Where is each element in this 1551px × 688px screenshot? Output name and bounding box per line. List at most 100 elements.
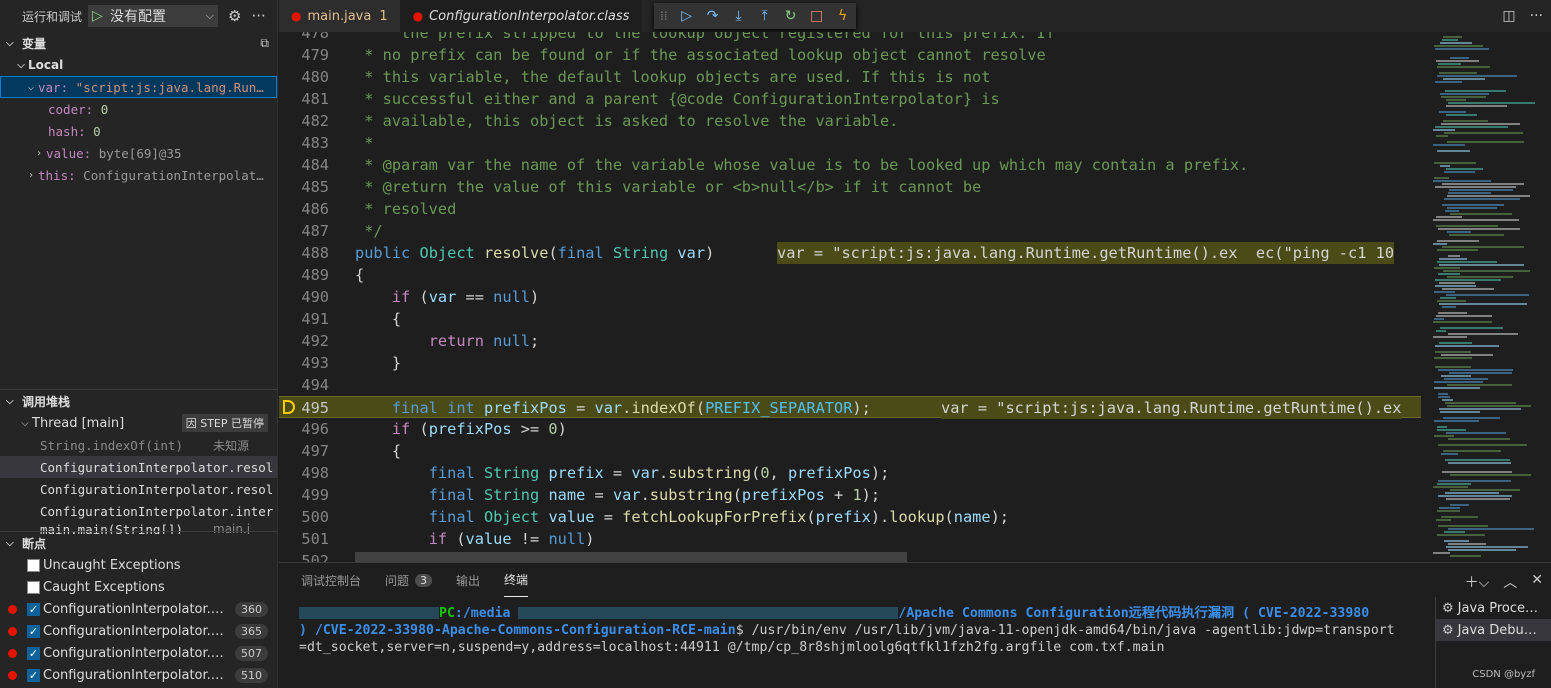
bottom-panel: 调试控制台 问题 3 输出 终端 ＋⌵ ︿ ✕ PC:/media /Apache…	[279, 562, 1551, 688]
variables-section-header[interactable]: ⌵ 变量 ⧉	[0, 32, 277, 54]
breakpoint-label: Caught Exceptions	[43, 579, 165, 595]
gear-icon[interactable]: ⚙	[228, 7, 241, 25]
code-text: {	[355, 266, 365, 284]
tab-problems[interactable]: 问题 3	[385, 563, 433, 597]
tab-debug-console[interactable]: 调试控制台	[301, 563, 361, 597]
callstack-section-header[interactable]: ⌵ 调用堆栈	[0, 390, 277, 412]
checkbox[interactable]	[27, 558, 40, 572]
watermark: CSDN @byzf	[1472, 669, 1535, 680]
minimap-line	[1438, 495, 1512, 497]
tab-terminal[interactable]: 终端	[504, 563, 529, 597]
stack-frame[interactable]: String.indexOf(int) 未知源	[0, 434, 277, 456]
checkbox-checked[interactable]: ✓	[27, 624, 40, 638]
line-number: 491	[301, 310, 329, 328]
horizontal-scrollbar[interactable]	[355, 552, 907, 562]
drag-handle-icon[interactable]: ⁞⁞	[660, 9, 668, 23]
variable-coder[interactable]: coder: 0	[0, 98, 277, 120]
code-line: 501 if (value != null)	[279, 528, 1421, 550]
start-debugging-icon[interactable]: ▷	[92, 8, 110, 24]
minimap-line	[1437, 483, 1471, 485]
checkbox-checked[interactable]: ✓	[27, 646, 40, 660]
close-icon[interactable]: ✕	[1531, 572, 1543, 592]
variable-hash[interactable]: hash: 0	[0, 120, 277, 142]
minimap-line	[1448, 102, 1535, 104]
minimap-line	[1446, 432, 1506, 434]
minimap-line	[1435, 351, 1471, 353]
tab-configuration-interpolator[interactable]: ● ConfigurationInterpolator.class	[400, 0, 643, 32]
code-text: * this variable, the default lookup obje…	[355, 68, 991, 86]
minimap-line	[1441, 375, 1471, 377]
line-number: 483	[301, 134, 329, 152]
terminal-output[interactable]: PC:/media /Apache Commons Configuration远…	[299, 605, 1429, 656]
checkbox-checked[interactable]: ✓	[27, 602, 40, 616]
minimap-line	[1447, 276, 1513, 278]
minimap-line	[1433, 336, 1467, 338]
minimap-line	[1440, 411, 1480, 413]
terminal-java-process[interactable]: ⚙ Java Proce…	[1436, 597, 1551, 619]
minimap[interactable]	[1421, 32, 1551, 562]
breakpoint-uncaught-exceptions[interactable]: Uncaught Exceptions	[0, 554, 277, 576]
breakpoint-item[interactable]: ✓ ConfigurationInterpolator.cl… 360	[0, 598, 277, 620]
frame-source: 未知源	[213, 438, 250, 453]
breakpoint-caught-exceptions[interactable]: Caught Exceptions	[0, 576, 277, 598]
minimap-line	[1444, 171, 1475, 173]
continue-icon[interactable]: ▷	[674, 8, 700, 24]
minimap-line	[1438, 444, 1527, 446]
variable-this[interactable]: › this: ConfigurationInterpolat…	[0, 164, 277, 186]
breakpoint-item[interactable]: ✓ ConfigurationInterpolator.cl… 365	[0, 620, 277, 642]
chevron-down-icon: ⌵	[6, 395, 14, 407]
breakpoint-label: ConfigurationInterpolator.cl…	[43, 601, 228, 617]
minimap-line	[1440, 165, 1450, 167]
terminal-name: Java Debu…	[1457, 622, 1537, 638]
step-out-icon[interactable]: ⤒	[752, 8, 778, 24]
tab-output[interactable]: 输出	[456, 563, 480, 597]
minimap-line	[1441, 96, 1486, 98]
minimap-line	[1433, 321, 1492, 323]
launch-config-label: 没有配置	[110, 9, 167, 25]
step-over-icon[interactable]: ↷	[700, 8, 726, 24]
stop-icon[interactable]: □	[804, 8, 830, 24]
more-actions-icon[interactable]: ···	[1530, 8, 1543, 24]
maximize-panel-icon[interactable]: ︿	[1503, 572, 1517, 592]
terminal-line: PC:/media /Apache Commons Configuration远…	[299, 605, 1429, 622]
step-into-icon[interactable]: ⤓	[726, 8, 752, 24]
minimap-line	[1448, 543, 1486, 545]
minimap-line	[1442, 471, 1512, 473]
scope-local[interactable]: ⌵ Local	[0, 54, 277, 76]
stack-frame[interactable]: ConfigurationInterpolator.inter	[0, 500, 277, 522]
line-number: 492	[301, 332, 329, 350]
checkbox-checked[interactable]: ✓	[27, 668, 40, 682]
terminal-java-debug[interactable]: ⚙ Java Debu…	[1436, 619, 1551, 641]
code-line: 499 final String name = var.substring(pr…	[279, 484, 1421, 506]
minimap-line	[1439, 282, 1475, 284]
variable-var[interactable]: ⌵ var: "script:js:java.lang.Run…	[0, 76, 277, 98]
code-line: 489 {	[279, 264, 1421, 286]
launch-config-select[interactable]: ▷ 没有配置 ⌵	[88, 5, 219, 27]
stack-frame-active[interactable]: ConfigurationInterpolator.resol	[0, 456, 277, 478]
minimap-line	[1438, 480, 1511, 482]
minimap-line	[1448, 528, 1534, 530]
minimap-line	[1434, 381, 1483, 383]
split-editor-icon[interactable]: ◫	[1502, 8, 1515, 24]
restart-icon[interactable]: ↻	[778, 8, 804, 24]
stack-frame[interactable]: ConfigurationInterpolator.resol	[0, 478, 277, 500]
new-terminal-icon[interactable]: ＋⌵	[1465, 572, 1490, 592]
more-actions-icon[interactable]: ···	[251, 7, 265, 25]
variable-value[interactable]: › value: byte[69]@35	[0, 142, 277, 164]
minimap-line	[1439, 258, 1467, 260]
terminal-line: =dt_socket,server=n,suspend=y,address=lo…	[299, 639, 1429, 656]
breakpoint-label: Uncaught Exceptions	[43, 557, 181, 573]
minimap-line	[1434, 387, 1480, 389]
tab-main-java[interactable]: ● main.java 1	[279, 0, 401, 32]
breakpoint-item[interactable]: ✓ ConfigurationInterpolator.cl… 510	[0, 664, 277, 686]
collapse-all-icon[interactable]: ⧉	[260, 36, 269, 51]
checkbox[interactable]	[27, 580, 40, 594]
code-editor[interactable]: 478 the prefix stripped to the lookup ob…	[279, 32, 1421, 562]
breakpoints-section-header[interactable]: ⌵ 断点	[0, 532, 277, 554]
tab-label: main.java	[307, 8, 372, 24]
thread-row[interactable]: ⌵ Thread [main] 因 STEP 已暂停	[0, 412, 277, 434]
breakpoint-item[interactable]: ✓ ConfigurationInterpolator.cl… 507	[0, 642, 277, 664]
minimap-line	[1442, 204, 1504, 206]
code-text: if (var == null)	[391, 288, 540, 306]
hot-code-replace-icon[interactable]: ϟ	[830, 8, 856, 24]
